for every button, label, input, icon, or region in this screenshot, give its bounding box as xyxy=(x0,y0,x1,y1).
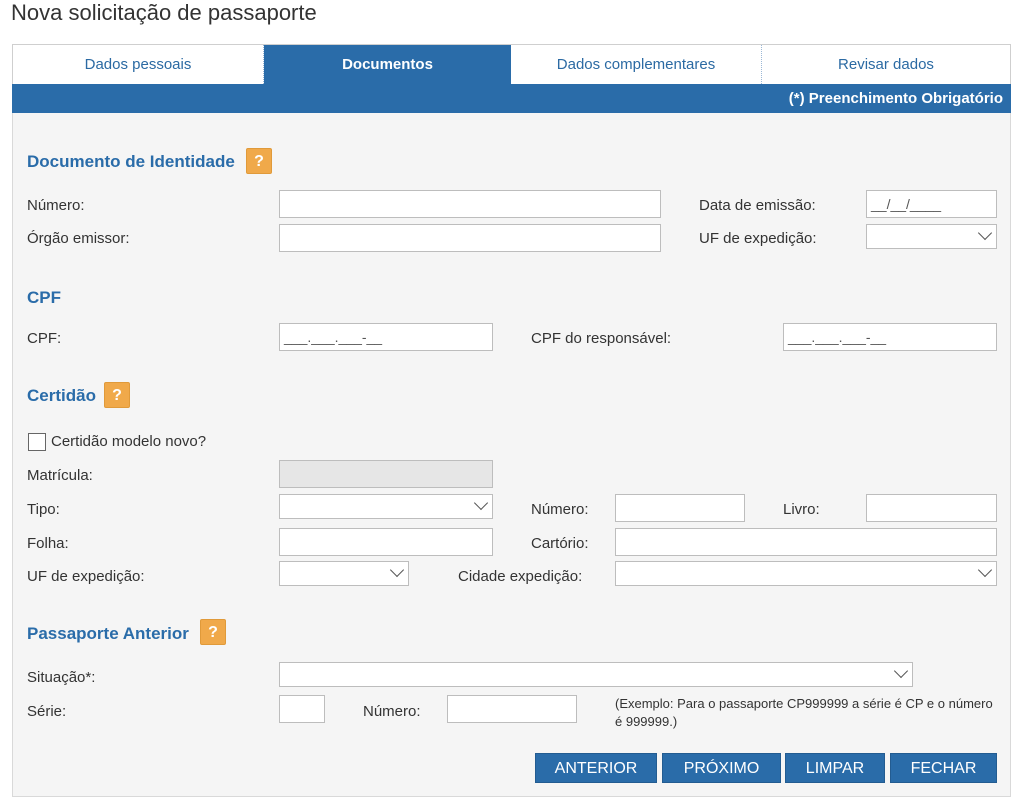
tab-revisar-dados[interactable]: Revisar dados xyxy=(762,45,1010,84)
tab-documentos[interactable]: Documentos xyxy=(264,45,511,84)
chevron-down-icon xyxy=(473,495,489,511)
section-title-identidade: Documento de Identidade xyxy=(27,152,235,171)
label-numero-passaporte: Número: xyxy=(363,703,421,720)
label-folha: Folha: xyxy=(27,535,69,552)
chevron-down-icon xyxy=(893,663,909,679)
cartorio-input[interactable] xyxy=(615,528,997,556)
matricula-input[interactable] xyxy=(279,460,493,488)
help-icon[interactable]: ? xyxy=(246,148,272,174)
numero-passaporte-input[interactable] xyxy=(447,695,577,723)
label-situacao: Situação*: xyxy=(27,669,96,686)
numero-identidade-input[interactable] xyxy=(279,190,661,218)
situacao-select[interactable] xyxy=(279,662,913,687)
certidao-modelo-checkbox[interactable] xyxy=(28,433,46,451)
serie-input[interactable] xyxy=(279,695,325,723)
label-cidade-expedicao: Cidade expedição: xyxy=(458,568,583,585)
section-title-certidao: Certidão xyxy=(27,386,96,405)
folha-input[interactable] xyxy=(279,528,493,556)
example-text: (Exemplo: Para o passaporte CP999999 a s… xyxy=(615,696,993,729)
help-icon[interactable]: ? xyxy=(104,382,130,408)
cpf-input[interactable]: ___.___.___-__ xyxy=(279,323,493,351)
label-uf-expedicao-certidao: UF de expedição: xyxy=(27,568,145,585)
label-livro: Livro: xyxy=(783,501,820,518)
cidade-expedicao-select[interactable] xyxy=(615,561,997,586)
required-note: (*) Preenchimento Obrigatório xyxy=(788,90,1003,107)
livro-input[interactable] xyxy=(866,494,997,522)
label-serie: Série: xyxy=(27,703,67,720)
section-title-cpf: CPF xyxy=(27,288,61,307)
chevron-down-icon xyxy=(977,225,993,241)
proximo-button[interactable]: PRÓXIMO xyxy=(662,753,781,783)
orgao-emissor-input[interactable] xyxy=(279,224,661,252)
limpar-button[interactable]: LIMPAR xyxy=(785,753,885,783)
tipo-select[interactable] xyxy=(279,494,493,519)
uf-expedicao-certidao-select[interactable] xyxy=(279,561,409,586)
chevron-down-icon xyxy=(389,562,405,578)
fechar-button[interactable]: FECHAR xyxy=(890,753,997,783)
page-title: Nova solicitação de passaporte xyxy=(11,0,317,25)
help-icon[interactable]: ? xyxy=(200,619,226,645)
tab-bar: Dados pessoais Documentos Dados compleme… xyxy=(12,44,1011,84)
label-certidao-modelo: Certidão modelo novo? xyxy=(51,433,207,450)
label-cartorio: Cartório: xyxy=(531,535,589,552)
uf-expedicao-select[interactable] xyxy=(866,224,997,249)
chevron-down-icon xyxy=(977,562,993,578)
numero-certidao-input[interactable] xyxy=(615,494,745,522)
label-uf-expedicao: UF de expedição: xyxy=(699,230,817,247)
label-orgao-emissor: Órgão emissor: xyxy=(27,230,130,247)
label-data-emissao: Data de emissão: xyxy=(699,197,816,214)
cpf-responsavel-input[interactable]: ___.___.___-__ xyxy=(783,323,997,351)
data-emissao-input[interactable]: __/__/____ xyxy=(866,190,997,218)
required-band: (*) Preenchimento Obrigatório xyxy=(12,84,1011,113)
label-numero: Número: xyxy=(27,197,85,214)
section-title-passaporte: Passaporte Anterior xyxy=(27,624,189,643)
label-matricula: Matrícula: xyxy=(27,467,93,484)
label-cpf: CPF: xyxy=(27,330,62,347)
tab-dados-complementares[interactable]: Dados complementares xyxy=(511,45,762,84)
label-numero-certidao: Número: xyxy=(531,501,589,518)
anterior-button[interactable]: ANTERIOR xyxy=(535,753,657,783)
label-tipo: Tipo: xyxy=(27,501,60,518)
tab-dados-pessoais[interactable]: Dados pessoais xyxy=(13,45,264,84)
label-cpf-responsavel: CPF do responsável: xyxy=(531,330,672,347)
